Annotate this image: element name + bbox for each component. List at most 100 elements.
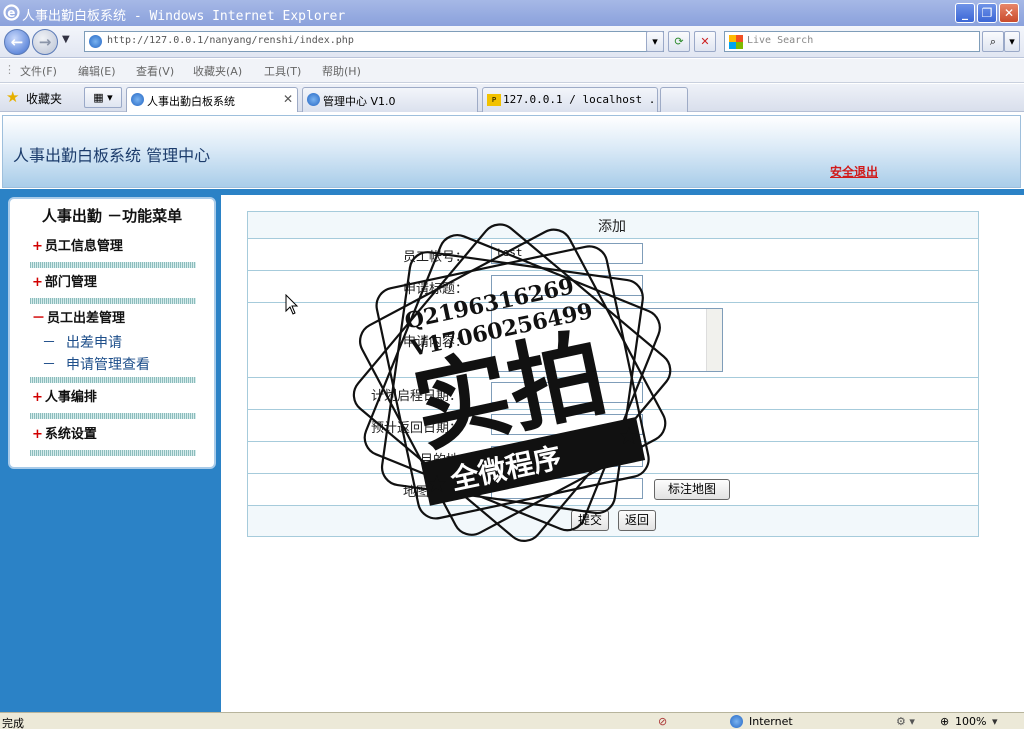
- sidebar-separator: [30, 413, 196, 419]
- sidebar-group-personnel-schedule[interactable]: + 人事编排: [32, 386, 97, 405]
- favorites-star-icon[interactable]: ★: [6, 88, 19, 106]
- content-label: 申请内容：: [403, 335, 469, 350]
- return-date-input[interactable]: [491, 414, 643, 435]
- expand-icon: +: [32, 427, 43, 442]
- collapse-icon: －: [32, 311, 46, 326]
- content-textarea[interactable]: [491, 308, 723, 372]
- tab-phpmyadmin[interactable]: P 127.0.0.1 / localhost ...: [482, 87, 658, 112]
- favorites-label[interactable]: 收藏夹: [26, 90, 62, 107]
- tab-label: 人事出勤白板系统: [147, 95, 235, 108]
- logout-link[interactable]: 安全退出: [830, 163, 878, 180]
- tab-renshi[interactable]: 人事出勤白板系统 ✕: [126, 87, 298, 112]
- back-button[interactable]: ←: [4, 29, 30, 55]
- subject-input[interactable]: [491, 275, 643, 296]
- form-row-account: 员工帐号： test: [248, 239, 978, 271]
- menu-tools[interactable]: 工具(T): [264, 63, 301, 79]
- textarea-scrollbar[interactable]: [706, 309, 722, 371]
- sidebar-separator: [30, 377, 196, 383]
- search-options-icon[interactable]: ▾: [1004, 31, 1020, 52]
- tab-favicon: [131, 93, 144, 106]
- destination-label: 目的地：: [420, 453, 473, 468]
- mouse-cursor-icon: [285, 294, 299, 315]
- restore-button[interactable]: ❐: [977, 3, 997, 23]
- stop-icon[interactable]: ✕: [694, 31, 716, 52]
- account-label: 员工帐号：: [403, 250, 469, 265]
- menu-help[interactable]: 帮助(H): [322, 63, 361, 79]
- tab-favicon: [307, 93, 320, 106]
- search-placeholder: Live Search: [747, 35, 814, 46]
- windows-flag-icon: [729, 35, 743, 49]
- sidebar-group-label: 部门管理: [44, 275, 97, 290]
- sidebar-item-apply-manage[interactable]: － 申请管理查看: [42, 354, 150, 374]
- address-dropdown-icon[interactable]: ▾: [646, 31, 664, 52]
- new-tab-button[interactable]: [660, 87, 688, 112]
- page-viewport: 人事出勤白板系统 管理中心 安全退出 人事出勤 －功能菜单 + 员工信息管理 + 部…: [0, 113, 1024, 712]
- tab-label: 管理中心 V1.0: [323, 95, 396, 108]
- status-bar: 完成 ⊘ Internet ⚙ ▾ ⊕ 100% ▾: [0, 712, 1024, 730]
- close-tab-icon[interactable]: ✕: [283, 92, 293, 106]
- tab-label: 127.0.0.1 / localhost ...: [503, 93, 658, 106]
- sidebar-item-label: 申请管理查看: [66, 357, 150, 373]
- form-row-return-date: 预计返回日期：: [248, 410, 978, 442]
- menu-view[interactable]: 查看(V): [136, 63, 174, 79]
- sidebar-group-department[interactable]: + 部门管理: [32, 271, 97, 290]
- start-date-input[interactable]: [491, 382, 643, 403]
- menu-bar: ⋮ 文件(F) 编辑(E) 查看(V) 收藏夹(A) 工具(T) 帮助(H): [0, 59, 1024, 83]
- expand-icon: +: [32, 390, 43, 405]
- menu-file[interactable]: 文件(F): [20, 63, 57, 79]
- destination-input[interactable]: [491, 446, 643, 467]
- zoom-level[interactable]: 100%: [955, 715, 986, 728]
- protected-mode-icon[interactable]: ⚙ ▾: [896, 715, 915, 728]
- menu-favorites[interactable]: 收藏夹(A): [193, 63, 242, 79]
- menu-grip: ⋮: [4, 63, 15, 76]
- bullet-icon: －: [42, 335, 56, 351]
- zoom-icon[interactable]: ⊕: [940, 715, 949, 728]
- sidebar-group-business-trip[interactable]: －员工出差管理: [32, 307, 125, 326]
- account-input[interactable]: test: [491, 243, 643, 264]
- internet-zone-icon: [730, 715, 743, 728]
- admin-title: 人事出勤白板系统 管理中心: [13, 146, 211, 165]
- security-zone: Internet: [749, 715, 793, 728]
- form-heading: 添加: [598, 219, 626, 235]
- search-icon[interactable]: ⌕: [982, 31, 1004, 52]
- form-header-row: 添加: [248, 212, 978, 239]
- forward-button[interactable]: →: [32, 29, 58, 55]
- sidebar-group-label: 员工出差管理: [47, 311, 126, 326]
- return-date-label: 预计返回日期：: [371, 421, 463, 436]
- sidebar-item-trip-apply[interactable]: － 出差申请: [42, 332, 122, 352]
- address-bar[interactable]: http://127.0.0.1/nanyang/renshi/index.ph…: [84, 31, 664, 52]
- quick-tabs-icon[interactable]: ▦ ▾: [84, 87, 122, 108]
- map-input[interactable]: [491, 478, 643, 499]
- admin-header: 人事出勤白板系统 管理中心 安全退出: [2, 115, 1021, 188]
- submit-button[interactable]: 提交: [571, 510, 609, 531]
- popup-blocked-icon[interactable]: ⊘: [658, 715, 667, 728]
- ie-logo-icon: e: [3, 4, 20, 21]
- map-label: 地图标注：: [403, 485, 469, 500]
- menu-edit[interactable]: 编辑(E): [78, 63, 116, 79]
- tab-bar: ★ 收藏夹 ▦ ▾ 人事出勤白板系统 ✕ 管理中心 V1.0 P 127.0.0…: [0, 84, 1024, 112]
- refresh-icon[interactable]: ⟳: [668, 31, 690, 52]
- sidebar-group-label: 人事编排: [44, 390, 97, 405]
- form-row-map: 地图标注： 标注地图: [248, 474, 978, 506]
- trip-application-form: 添加 员工帐号： test 申请标题： 申请内容： 计划启程日期： 预计返回日期…: [247, 211, 979, 537]
- mark-map-button[interactable]: 标注地图: [654, 479, 730, 500]
- search-field[interactable]: Live Search: [724, 31, 980, 52]
- window-title-bar: e 人事出勤白板系统 - Windows Internet Explorer _…: [0, 0, 1024, 26]
- page-icon: [89, 35, 102, 48]
- pma-icon: P: [487, 94, 501, 106]
- sidebar-group-employee-info[interactable]: + 员工信息管理: [32, 235, 123, 254]
- sidebar-group-label: 系统设置: [44, 427, 97, 442]
- sidebar-group-system-settings[interactable]: + 系统设置: [32, 423, 97, 442]
- form-action-row: 提交 返回: [248, 506, 978, 536]
- close-window-button[interactable]: ✕: [999, 3, 1019, 23]
- form-row-destination: 目的地：: [248, 442, 978, 474]
- sidebar-group-label: 员工信息管理: [44, 239, 123, 254]
- tab-admin-center[interactable]: 管理中心 V1.0: [302, 87, 478, 112]
- expand-icon: +: [32, 239, 43, 254]
- zoom-dropdown-icon[interactable]: ▾: [992, 715, 998, 728]
- start-date-label: 计划启程日期：: [371, 389, 463, 404]
- minimize-button[interactable]: _: [955, 3, 975, 23]
- recent-pages-dropdown-icon[interactable]: ▼: [62, 34, 70, 45]
- form-row-subject: 申请标题：: [248, 271, 978, 303]
- back-button-form[interactable]: 返回: [618, 510, 656, 531]
